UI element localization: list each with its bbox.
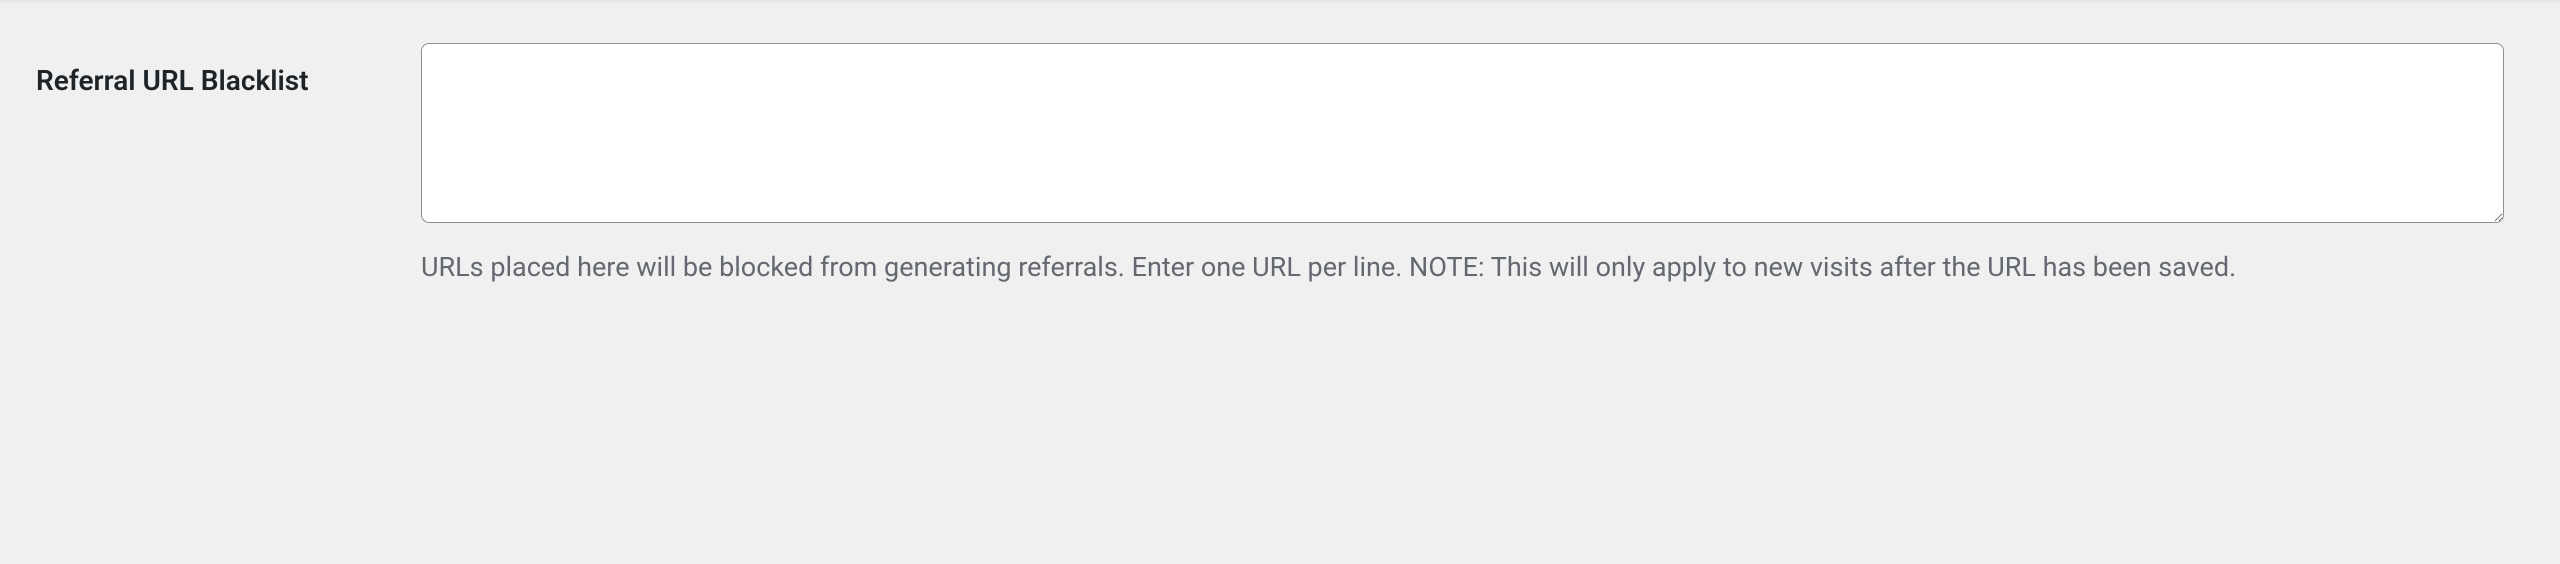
label-column: Referral URL Blacklist bbox=[36, 43, 421, 99]
field-column: URLs placed here will be blocked from ge… bbox=[421, 43, 2524, 289]
form-row-referral-blacklist: Referral URL Blacklist URLs placed here … bbox=[0, 3, 2560, 329]
referral-blacklist-textarea[interactable] bbox=[421, 43, 2504, 223]
referral-blacklist-description: URLs placed here will be blocked from ge… bbox=[421, 247, 2504, 289]
referral-blacklist-label: Referral URL Blacklist bbox=[36, 64, 309, 97]
